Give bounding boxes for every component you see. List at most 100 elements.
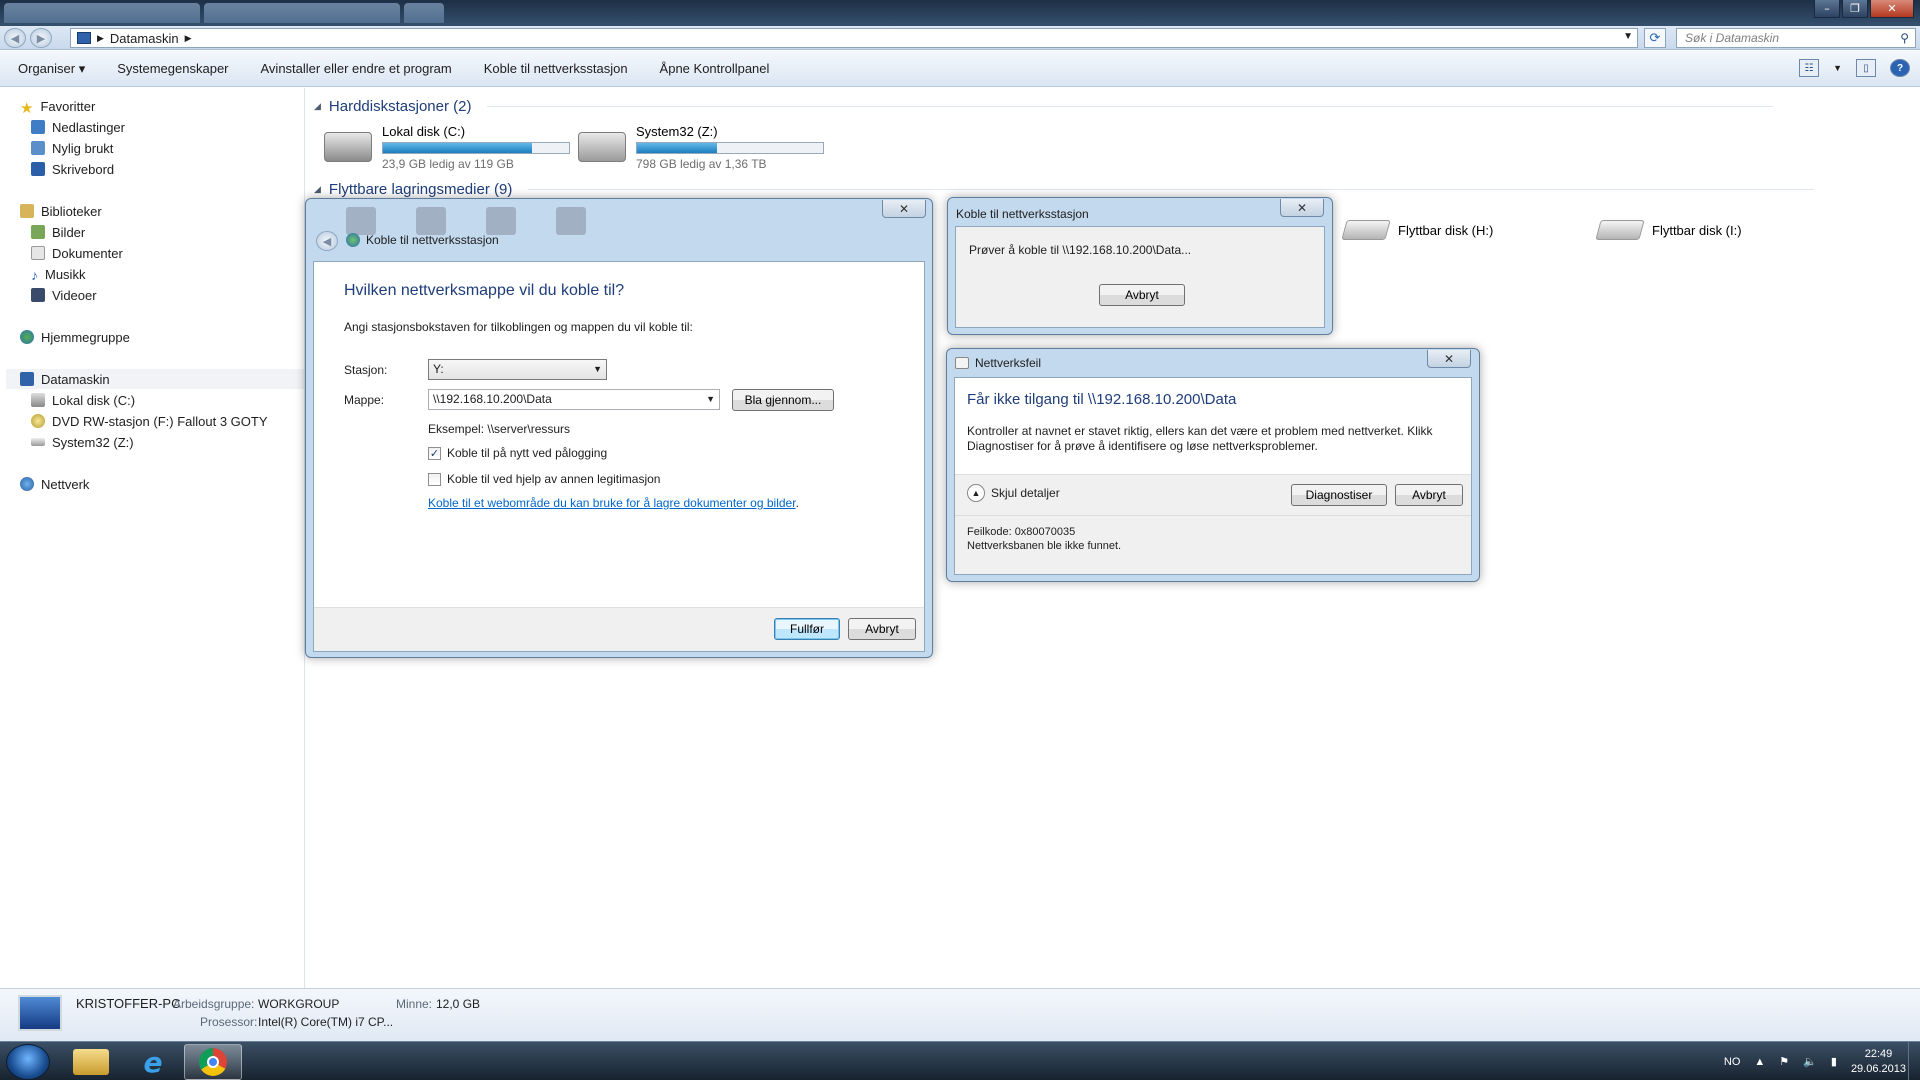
address-bar[interactable]: ▶ Datamaskin ▶ ▼ (70, 28, 1638, 48)
nav-downloads[interactable]: Nedlastinger (31, 117, 125, 137)
nav-label: Datamaskin (41, 371, 110, 387)
drive-letter-select[interactable]: Y: ▼ (428, 359, 607, 380)
chevron-up-icon[interactable]: ▲ (967, 484, 985, 502)
nav-favorites[interactable]: ★ Favoritter (20, 96, 95, 118)
web-location-link[interactable]: Koble til et webområde du kan bruke for … (428, 496, 796, 510)
reconnect-option[interactable]: ✓ Koble til på nytt ved pålogging (428, 446, 607, 460)
nav-dvd-drive[interactable]: DVD RW-stasjon (F:) Fallout 3 GOTY (31, 411, 268, 431)
uninstall-program-button[interactable]: Avinstaller eller endre et program (261, 61, 452, 76)
network-status-icon[interactable]: ▮ (1831, 1055, 1837, 1068)
computer-name: KRISTOFFER-PC (76, 996, 181, 1011)
drive-item-z[interactable]: System32 (Z:) 798 GB ledig av 1,36 TB (578, 124, 824, 171)
organize-button[interactable]: Organiser ▾ (18, 61, 85, 77)
computer-icon (77, 32, 91, 44)
action-center-flag-icon[interactable]: ⚑ (1779, 1055, 1789, 1068)
web-location-link-row: Koble til et webområde du kan bruke for … (428, 496, 799, 510)
chevron-right-icon[interactable]: ▶ (97, 33, 104, 44)
show-desktop-button[interactable] (1908, 1042, 1920, 1080)
chevron-down-icon[interactable]: ▼ (706, 390, 715, 409)
hdd-group-header[interactable]: ◢ Harddiskstasjoner (2) (314, 98, 1774, 115)
cancel-button[interactable]: Avbryt (1395, 484, 1463, 506)
background-window-tab[interactable] (204, 3, 400, 23)
dialog-close-button[interactable]: ✕ (1427, 350, 1471, 368)
checkbox-label: Koble til på nytt ved pålogging (447, 446, 608, 460)
nav-label: Bilder (52, 224, 86, 240)
nav-local-disk[interactable]: Lokal disk (C:) (31, 390, 135, 410)
nav-network[interactable]: Nettverk (20, 474, 89, 494)
background-window-tab[interactable] (4, 3, 200, 23)
explorer-taskbar-icon[interactable] (62, 1044, 120, 1080)
nav-recent[interactable]: Nylig brukt (31, 138, 113, 158)
removable-drive-i[interactable]: Flyttbar disk (I:) (1595, 220, 1742, 240)
nav-label: Skrivebord (52, 161, 115, 177)
other-credentials-checkbox[interactable] (428, 472, 441, 486)
nav-desktop[interactable]: Skrivebord (31, 159, 114, 179)
nav-computer[interactable]: Datamaskin (6, 369, 304, 389)
folder-input[interactable]: \\192.168.10.200\Data ▼ (428, 389, 720, 410)
removable-group-header[interactable]: ◢ Flyttbare lagringsmedier (9) (314, 181, 1815, 198)
back-button[interactable]: ◀ (316, 231, 338, 251)
address-path[interactable]: Datamaskin (110, 31, 179, 46)
show-hidden-icons-icon[interactable]: ▲ (1754, 1056, 1765, 1068)
reconnect-checkbox[interactable]: ✓ (428, 446, 441, 460)
drive-name: Lokal disk (C:) (382, 124, 466, 139)
ie-icon: e (143, 1045, 163, 1079)
preview-pane-icon[interactable]: ▯ (1856, 59, 1876, 77)
clock-date: 29.06.2013 (1850, 1062, 1906, 1075)
drive-item-c[interactable]: Lokal disk (C:) 23,9 GB ledig av 119 GB (324, 124, 570, 171)
nav-homegroup[interactable]: Hjemmegruppe (20, 327, 130, 347)
chevron-right-icon[interactable]: ▶ (185, 33, 192, 44)
nav-label: Hjemmegruppe (41, 329, 130, 345)
browse-button[interactable]: Bla gjennom... (732, 389, 834, 411)
removable-drive-h[interactable]: Flyttbar disk (H:) (1341, 220, 1493, 240)
background-window-tab[interactable] (404, 3, 444, 23)
minimize-button[interactable]: – (1814, 0, 1840, 18)
chevron-down-icon[interactable]: ▼ (1833, 63, 1842, 73)
nav-label: Videoer (52, 287, 97, 303)
cancel-button[interactable]: Avbryt (1099, 284, 1185, 306)
internet-explorer-taskbar-icon[interactable]: e (124, 1044, 182, 1080)
map-network-drive-button[interactable]: Koble til nettverksstasjon (484, 61, 628, 76)
nav-system32[interactable]: System32 (Z:) (31, 432, 134, 452)
dialog-title: Koble til nettverksstasjon (956, 207, 1089, 221)
view-options-icon[interactable]: ☷ (1799, 59, 1820, 77)
dialog-close-button[interactable]: ✕ (882, 200, 926, 218)
start-button[interactable] (6, 1044, 50, 1080)
drive-icon (578, 132, 626, 162)
search-input[interactable]: Søk i Datamaskin ⚲ (1676, 28, 1916, 48)
drive-icon (31, 438, 45, 446)
workgroup-value: WORKGROUP (258, 997, 340, 1011)
refresh-button[interactable]: ⟳ (1644, 28, 1666, 48)
language-indicator[interactable]: NO (1724, 1056, 1741, 1068)
chrome-taskbar-icon[interactable] (184, 1044, 242, 1080)
nav-documents[interactable]: Dokumenter (31, 243, 123, 263)
finish-button[interactable]: Fullfør (774, 618, 840, 640)
volume-icon[interactable]: 🔈 (1803, 1055, 1817, 1068)
nav-libraries[interactable]: Biblioteker (20, 201, 102, 221)
clock[interactable]: 22:49 29.06.2013 (1851, 1047, 1906, 1077)
maximize-button[interactable]: ❐ (1842, 0, 1868, 18)
collapse-icon[interactable]: ◢ (314, 101, 321, 112)
system-properties-button[interactable]: Systemegenskaper (117, 61, 228, 76)
back-button[interactable]: ◀ (4, 28, 26, 48)
drive-name: System32 (Z:) (636, 124, 718, 139)
diagnose-button[interactable]: Diagnostiser (1291, 484, 1387, 506)
other-credentials-option[interactable]: Koble til ved hjelp av annen legitimasjo… (428, 472, 660, 486)
nav-pictures[interactable]: Bilder (31, 222, 85, 242)
hide-details-toggle[interactable]: ▲ Skjul detaljer (967, 484, 1060, 502)
cancel-button[interactable]: Avbryt (848, 618, 916, 640)
nav-videos[interactable]: Videoer (31, 285, 97, 305)
error-code: Feilkode: 0x80070035 (967, 526, 1076, 538)
help-icon[interactable]: ? (1890, 59, 1910, 77)
address-row: ◀ ▶ ▶ Datamaskin ▶ ▼ ⟳ Søk i Datamaskin … (0, 26, 1920, 50)
close-button[interactable]: ✕ (1870, 0, 1914, 18)
nav-music[interactable]: ♪ Musikk (31, 264, 85, 284)
collapse-icon[interactable]: ◢ (314, 184, 321, 195)
network-icon (20, 477, 34, 491)
open-control-panel-button[interactable]: Åpne Kontrollpanel (660, 61, 770, 76)
computer-icon (20, 372, 34, 386)
chevron-down-icon[interactable]: ▼ (1623, 31, 1633, 42)
forward-button[interactable]: ▶ (30, 28, 52, 48)
dialog-close-button[interactable]: ✕ (1280, 199, 1324, 217)
divider (955, 515, 1471, 516)
